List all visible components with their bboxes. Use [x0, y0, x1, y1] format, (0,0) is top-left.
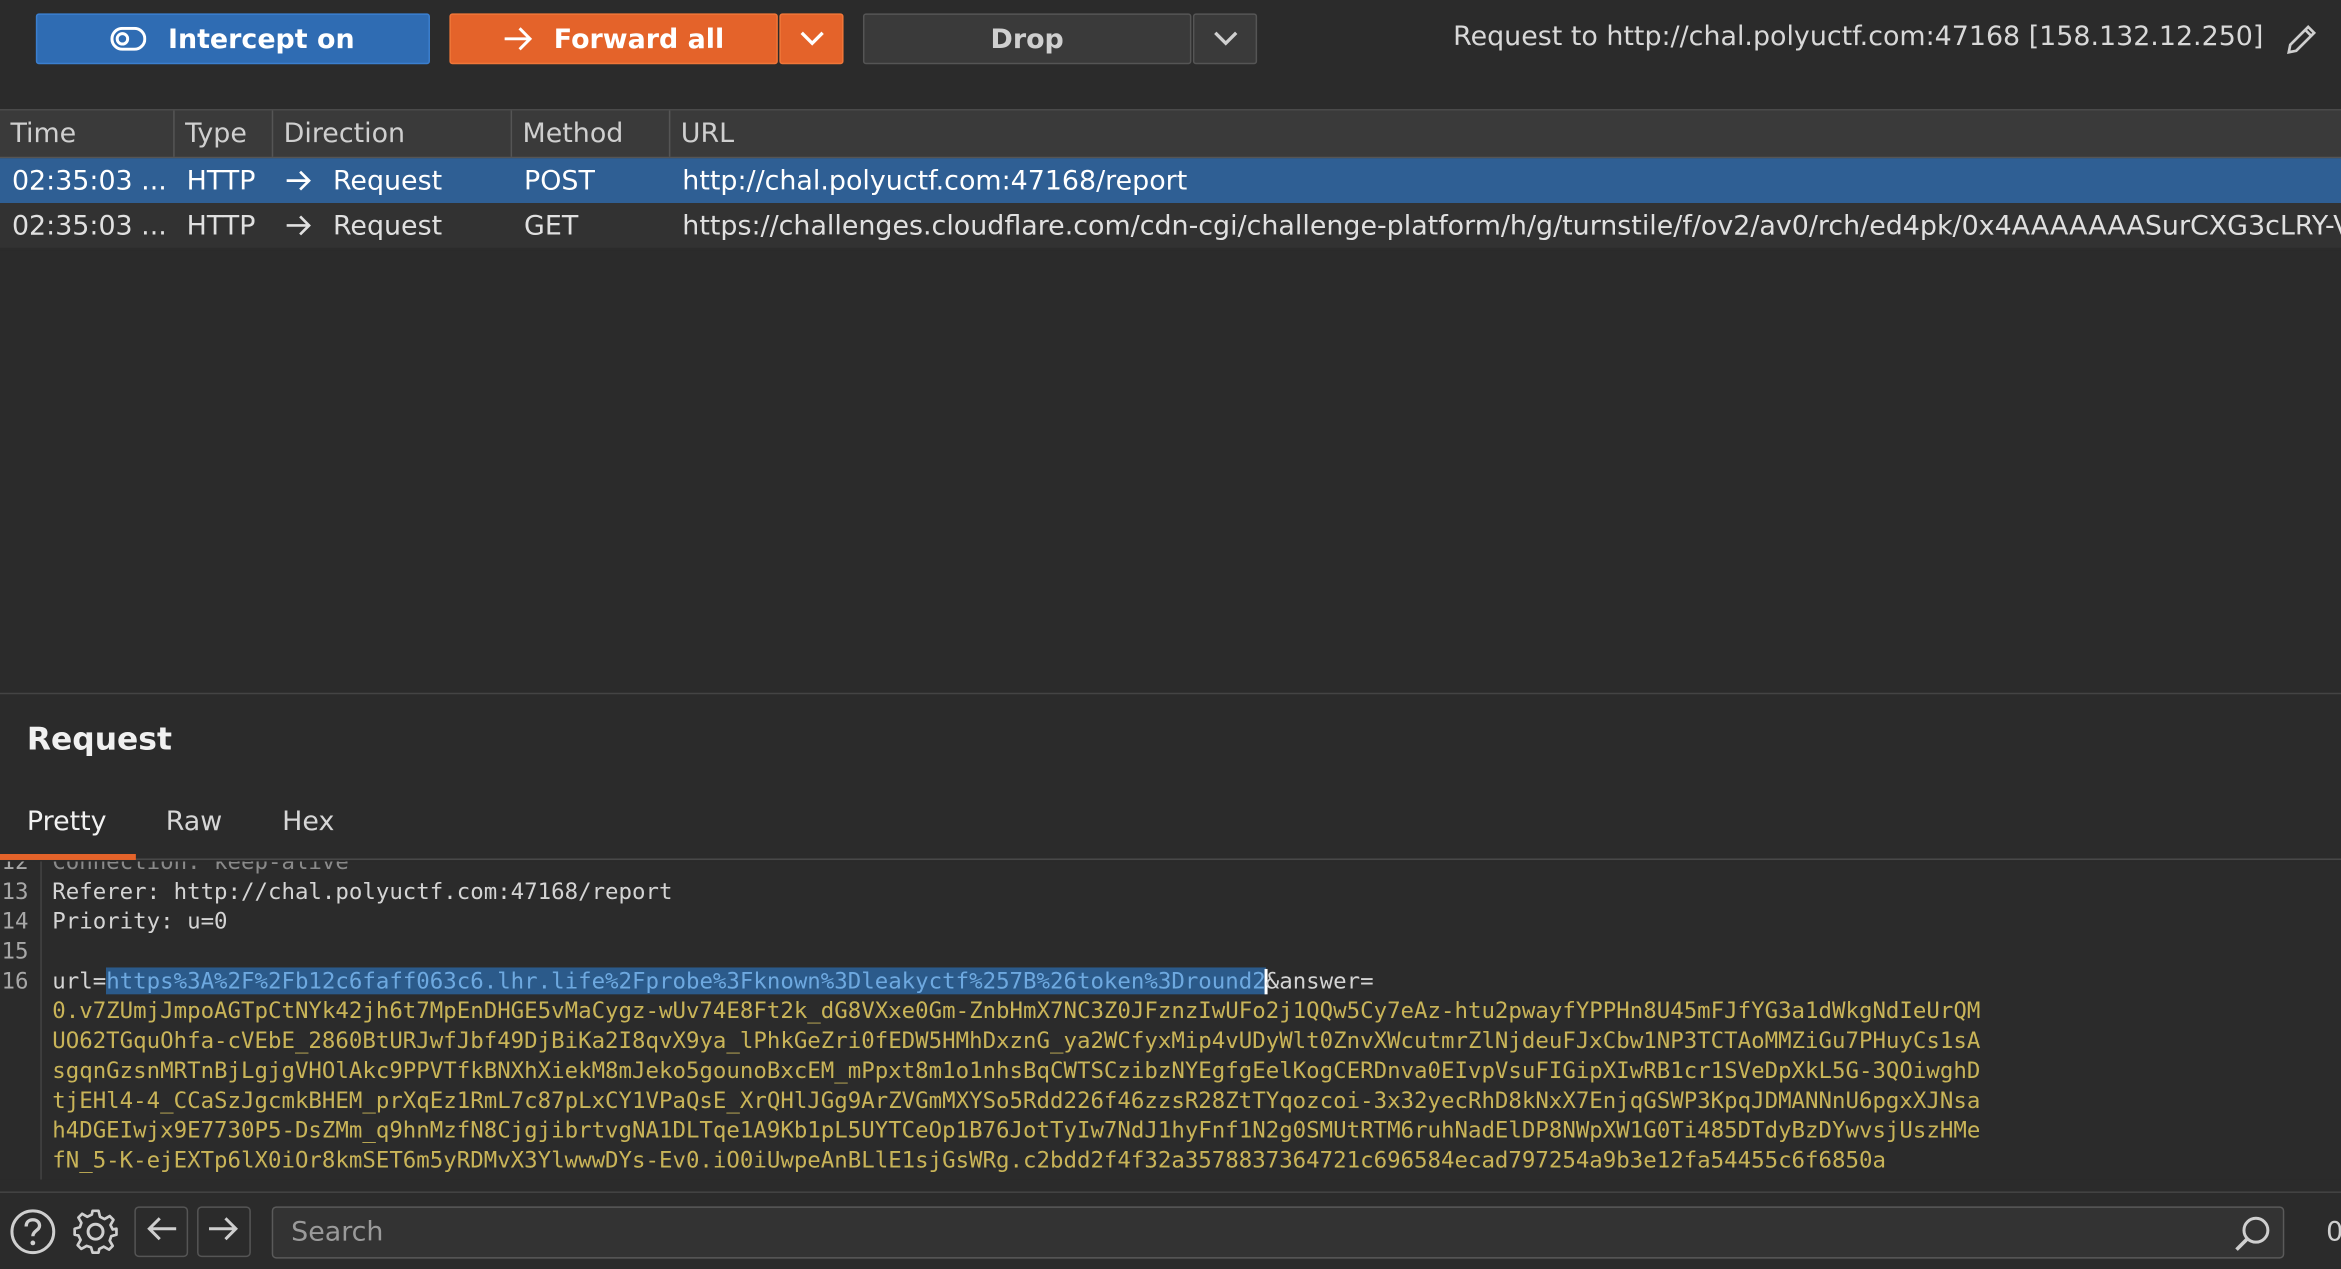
forward-all-button[interactable]: Forward all — [449, 13, 778, 65]
chevron-down-icon — [798, 23, 825, 54]
param-key: url= — [52, 967, 107, 995]
cell-method: POST — [524, 164, 595, 197]
column-header-type[interactable]: Type — [175, 110, 274, 157]
editor-line: 13 Referer: http://chal.polyuctf.com:471… — [0, 878, 2341, 908]
pencil-icon[interactable] — [2284, 21, 2320, 57]
intercept-label: Intercept on — [167, 23, 355, 55]
line-number: 12 — [1, 861, 29, 875]
table-row[interactable]: 02:35:03 ... HTTP Request POST http://ch… — [0, 158, 2341, 204]
chevron-down-icon — [1212, 23, 1239, 54]
back-button[interactable] — [134, 1206, 189, 1258]
editor-wrapped-line: tjEHl4-4_CCaSzJgcmkBHEM_prXqEz1RmL7c87pL… — [0, 1087, 2341, 1117]
editor-wrapped-line: h4DGEIwjx9E7730P5-DsZMm_q9hnMzfN8Cjgjibr… — [0, 1117, 2341, 1147]
param-rest: &answer= — [1265, 967, 1374, 995]
forward-label: Forward all — [553, 23, 725, 55]
line-text: fN_5-K-ejEXTp6lX0iOr8kmSET6m5yRDMvX3Ylww… — [52, 1146, 1886, 1174]
column-header-url[interactable]: URL — [670, 110, 2341, 156]
cell-time: 02:35:03 ... — [11, 164, 167, 197]
arrow-left-icon — [145, 1215, 178, 1248]
line-text: UO62TGquOhfa-cVEbE_2860BtURJwfJbf49DjBiK… — [52, 1027, 1981, 1055]
tab-raw[interactable]: Raw — [166, 806, 223, 837]
selected-text: https%3A%2F%2Fb12c6faff063c6.lhr.life%2F… — [106, 967, 1266, 995]
cell-url: http://chal.polyuctf.com:47168/report — [682, 164, 1188, 197]
line-text: url=https%3A%2F%2Fb12c6faff063c6.lhr.lif… — [52, 967, 1374, 995]
line-text: h4DGEIwjx9E7730P5-DsZMm_q9hnMzfN8Cjgjibr… — [52, 1116, 1981, 1144]
drop-dropdown-button[interactable] — [1192, 13, 1258, 65]
search-input[interactable] — [271, 1206, 2285, 1259]
forward-button[interactable] — [197, 1206, 251, 1258]
line-number: 14 — [1, 907, 29, 935]
match-count: 0 — [2326, 1217, 2341, 1248]
arrow-right-icon — [503, 27, 533, 51]
line-number: 13 — [1, 877, 29, 905]
tab-hex[interactable]: Hex — [282, 806, 334, 837]
request-target: Request to http://chal.polyuctf.com:4716… — [1453, 20, 2264, 53]
help-icon[interactable] — [9, 1208, 57, 1256]
line-text: Priority: u=0 — [52, 907, 228, 935]
editor-wrapped-line: fN_5-K-ejEXTp6lX0iOr8kmSET6m5yRDMvX3Ylww… — [0, 1147, 2341, 1177]
line-number: 15 — [1, 937, 29, 965]
line-text: Referer: http://chal.polyuctf.com:47168/… — [52, 877, 673, 905]
line-number: 16 — [1, 967, 29, 995]
arrow-right-icon — [285, 170, 312, 191]
cell-type: HTTP — [186, 164, 256, 197]
request-view-tabs: Pretty Raw Hex — [0, 791, 2341, 860]
arrow-right-icon — [208, 1215, 241, 1248]
forward-dropdown-button[interactable] — [779, 13, 844, 65]
cell-direction: Request — [273, 158, 512, 203]
toolbar: Intercept on Forward all Drop Request to… — [0, 0, 2341, 78]
request-panel-title: Request — [26, 721, 172, 757]
cell-direction: Request — [273, 203, 512, 248]
editor-line: 12 Connection: keep-alive — [0, 861, 2341, 877]
direction-label: Request — [332, 164, 443, 197]
arrow-right-icon — [285, 215, 312, 236]
drop-button[interactable]: Drop — [862, 13, 1192, 65]
direction-label: Request — [332, 209, 443, 242]
column-header-method[interactable]: Method — [512, 110, 671, 157]
active-tab-indicator — [0, 853, 136, 860]
editor-line: 16 url=https%3A%2F%2Fb12c6faff063c6.lhr.… — [0, 967, 2341, 997]
cell-type: HTTP — [186, 209, 256, 242]
editor-wrapped-line: UO62TGquOhfa-cVEbE_2860BtURJwfJbf49DjBiK… — [0, 1027, 2341, 1057]
line-text: 0.v7ZUmjJmpoAGTpCtNYk42jh6t7MpEnDHGE5vMa… — [52, 997, 1981, 1025]
bottom-bar: 0 — [0, 1191, 2341, 1269]
toggle-icon — [111, 26, 148, 51]
line-text: sgqnGzsnMRTnBjLgjgVHOlAkc9PPVTfkBNXhXiek… — [52, 1057, 1981, 1084]
intercept-toggle-button[interactable]: Intercept on — [35, 13, 430, 65]
table-header: Time Type Direction Method URL — [0, 108, 2341, 159]
column-header-time[interactable]: Time — [0, 110, 175, 157]
editor-line: 15 — [0, 938, 2341, 968]
tab-pretty[interactable]: Pretty — [27, 806, 107, 837]
column-header-direction[interactable]: Direction — [273, 110, 513, 157]
editor-line: 14 Priority: u=0 — [0, 908, 2341, 938]
gear-icon[interactable] — [72, 1208, 120, 1256]
intercept-table: Time Type Direction Method URL 02:35:03 … — [0, 108, 2341, 248]
cell-method: GET — [524, 209, 579, 242]
line-text: Connection: keep-alive — [52, 861, 349, 875]
editor-wrapped-line: 0.v7ZUmjJmpoAGTpCtNYk42jh6t7MpEnDHGE5vMa… — [0, 997, 2341, 1027]
drop-label: Drop — [990, 23, 1064, 55]
request-editor[interactable]: 12 Connection: keep-alive 13 Referer: ht… — [0, 861, 2341, 1180]
cell-time: 02:35:03 ... — [11, 209, 167, 242]
editor-wrapped-line: sgqnGzsnMRTnBjLgjgVHOlAkc9PPVTfkBNXhXiek… — [0, 1057, 2341, 1087]
search-icon[interactable] — [2234, 1214, 2273, 1253]
line-text: tjEHl4-4_CCaSzJgcmkBHEM_prXqEz1RmL7c87pL… — [52, 1086, 1981, 1114]
table-empty-area — [0, 250, 2341, 695]
cell-url: https://challenges.cloudflare.com/cdn-cg… — [682, 209, 2341, 242]
table-row[interactable]: 02:35:03 ... HTTP Request GET https://ch… — [0, 203, 2341, 248]
